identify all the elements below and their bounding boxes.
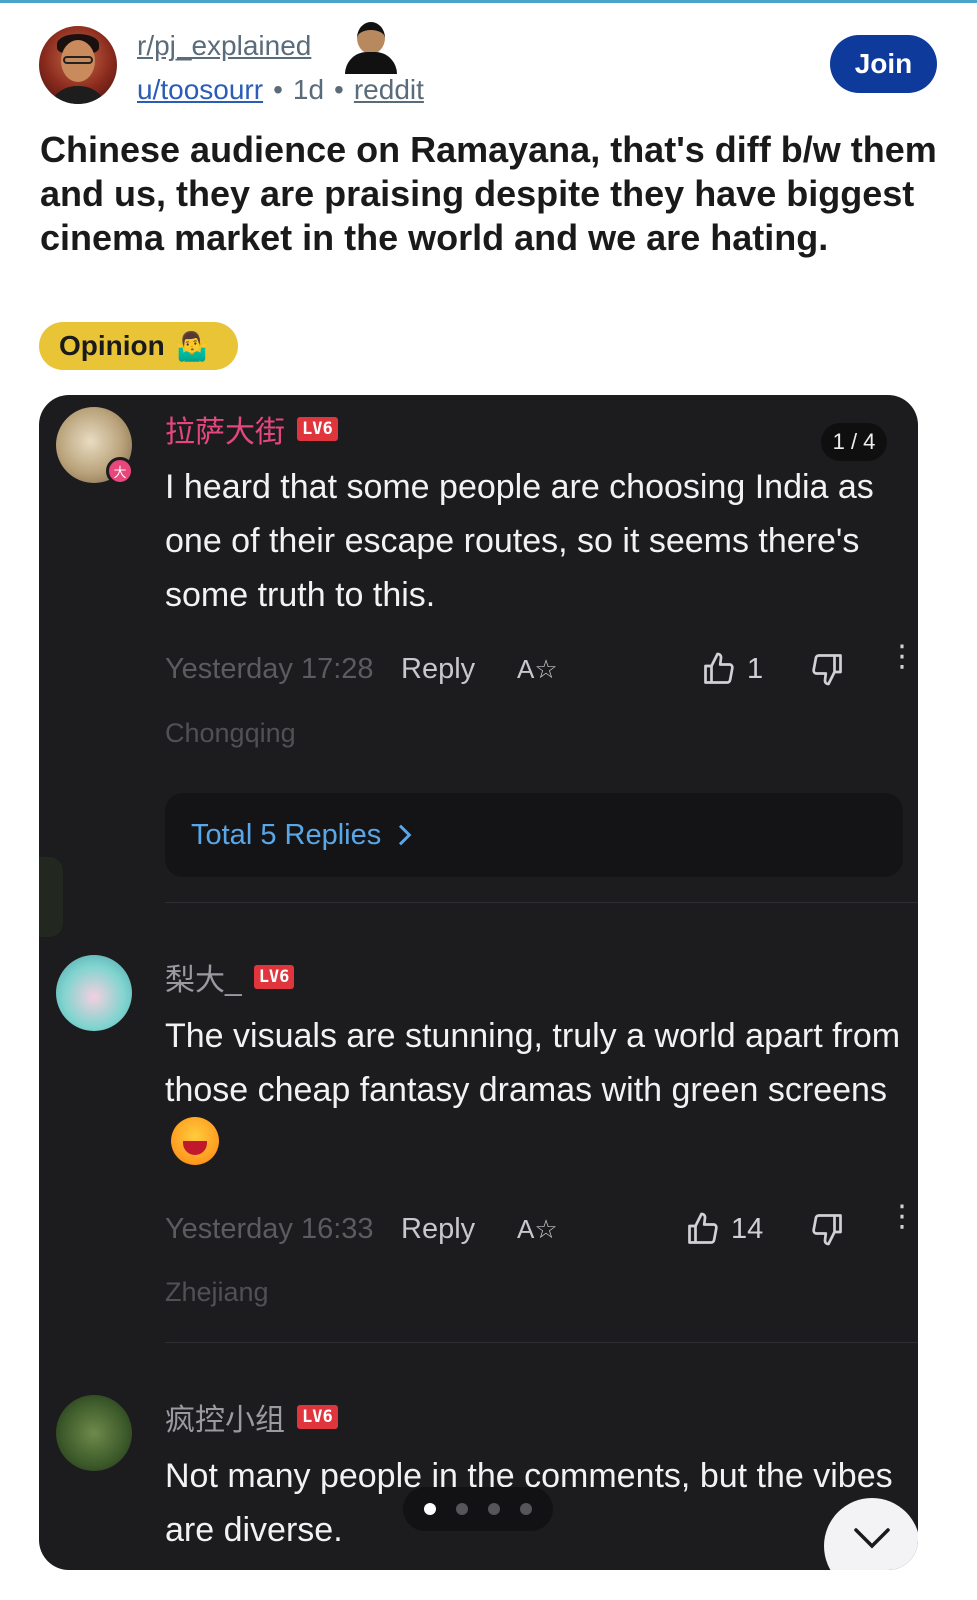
view-replies-button[interactable]: Total 5 Replies: [165, 793, 903, 877]
verified-badge-icon: 大: [106, 457, 134, 485]
comment-time: Yesterday 16:33: [165, 1212, 374, 1245]
level-badge: LV6: [297, 1405, 338, 1429]
username-link[interactable]: u/toosourr: [137, 74, 263, 106]
chevron-right-icon: [399, 824, 412, 846]
like-count: 1: [747, 652, 764, 685]
comment-actions: Yesterday 16:33 Reply A☆ 14 ⋮: [165, 1202, 917, 1249]
comment-text: The visuals are stunning, truly a world …: [165, 1009, 905, 1173]
comment-username: 梨大_ LV6: [165, 955, 295, 999]
meta-dot: •: [273, 74, 283, 105]
like-button[interactable]: 1: [701, 651, 763, 687]
comment-actions: Yesterday 17:28 Reply A☆ 1 ⋮: [165, 642, 917, 689]
level-badge: LV6: [253, 965, 295, 989]
post-title[interactable]: Chinese audience on Ramayana, that's dif…: [40, 128, 940, 260]
dislike-button[interactable]: [809, 1211, 845, 1247]
post-meta: u/toosourr • 1d • reddit: [137, 74, 424, 106]
comment-divider: [165, 902, 918, 903]
join-button[interactable]: Join: [830, 35, 937, 93]
comment-username: 拉萨大街 LV6: [165, 407, 338, 451]
comment-text-body: The visuals are stunning, truly a world …: [165, 1017, 901, 1109]
thumbs-up-icon: [704, 652, 734, 684]
comment-text: I heard that some people are choosing In…: [165, 468, 874, 614]
translate-icon[interactable]: A☆: [517, 654, 558, 685]
pager-dot[interactable]: [488, 1503, 500, 1515]
image-counter: 1 / 4: [821, 423, 887, 461]
flair-label: Opinion: [59, 330, 165, 361]
translate-icon[interactable]: A☆: [517, 1214, 558, 1245]
like-button[interactable]: 14: [685, 1211, 763, 1247]
pager-dot[interactable]: [520, 1503, 532, 1515]
carousel-pager[interactable]: [403, 1487, 553, 1531]
level-badge: LV6: [297, 417, 338, 441]
username-text: 拉萨大街: [165, 416, 285, 449]
username-text: 疯控小组: [165, 1404, 285, 1437]
pager-dot-active[interactable]: [424, 1503, 436, 1515]
post-age: 1d: [292, 74, 325, 105]
flair-tag[interactable]: Opinion 🤷‍♂️: [39, 322, 238, 370]
like-count: 14: [731, 1212, 764, 1245]
pager-dot[interactable]: [456, 1503, 468, 1515]
commenter-avatar: [56, 955, 132, 1031]
more-options-icon[interactable]: ⋮: [887, 642, 917, 672]
meta-dot: •: [334, 74, 344, 105]
comment-location: Chongqing: [165, 718, 296, 748]
comment-divider: [165, 1342, 918, 1343]
side-tab: [39, 857, 63, 937]
comment-username: 疯控小组 LV6: [165, 1395, 338, 1439]
thumbs-up-icon: [688, 1212, 718, 1244]
user-avatar[interactable]: [343, 18, 399, 74]
top-accent-line: [0, 0, 977, 3]
more-options-icon[interactable]: ⋮: [887, 1202, 917, 1232]
subreddit-link[interactable]: r/pj_explained: [137, 30, 311, 62]
source-link[interactable]: reddit: [354, 74, 424, 106]
username-text: 梨大_: [165, 964, 242, 997]
commenter-avatar: [56, 1395, 132, 1471]
reply-button[interactable]: Reply: [401, 653, 517, 686]
shrug-emoji-icon: 🤷‍♂️: [174, 330, 210, 362]
dislike-button[interactable]: [809, 651, 845, 687]
reply-button[interactable]: Reply: [401, 1213, 517, 1246]
thumbs-down-icon: [812, 654, 842, 686]
comment-location: Zhejiang: [165, 1277, 269, 1307]
replies-label: Total 5 Replies: [191, 818, 382, 851]
subreddit-avatar[interactable]: [39, 26, 117, 104]
thumbs-down-icon: [812, 1214, 842, 1246]
comment-time: Yesterday 17:28: [165, 652, 374, 685]
laughing-emoji-icon: [171, 1117, 219, 1165]
chevron-down-icon: [854, 1528, 890, 1549]
post-image[interactable]: 1 / 4 大 拉萨大街 LV6 I heard that some peopl…: [39, 395, 918, 1570]
